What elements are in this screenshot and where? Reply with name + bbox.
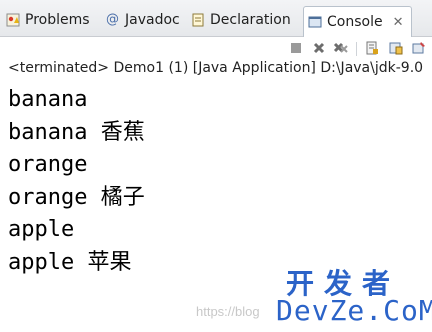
show-console-icon[interactable] (388, 40, 404, 56)
tab-label: Declaration (210, 12, 291, 28)
tab-declaration[interactable]: Declaration (191, 7, 291, 33)
toolbar-separator (356, 42, 357, 56)
javadoc-at-icon: @ (106, 12, 119, 27)
console-output: banana banana 香蕉 orange orange 橘子 apple … (8, 84, 428, 279)
close-icon[interactable]: ✕ (393, 15, 404, 30)
console-line: banana 香蕉 (8, 117, 428, 150)
blog-url-watermark: https://blog (196, 304, 260, 319)
terminate-icon[interactable] (288, 40, 304, 56)
console-line: apple (8, 214, 428, 247)
line-text: apple (8, 217, 75, 242)
problems-icon (6, 13, 20, 27)
site-watermark-brand: DevZe.CoM (276, 294, 432, 327)
tab-label: Problems (25, 12, 90, 28)
declaration-icon (191, 13, 205, 27)
pin-console-icon[interactable] (411, 40, 427, 56)
tab-label: Javadoc (125, 12, 180, 28)
line-text: banana (8, 87, 88, 112)
line-chinese-text: 苹果 (87, 249, 132, 275)
tab-javadoc[interactable]: @ Javadoc (106, 7, 180, 33)
tab-problems[interactable]: Problems (6, 7, 90, 33)
tab-console[interactable]: Console ✕ (303, 6, 413, 37)
console-icon (308, 15, 322, 29)
line-text: banana (8, 119, 88, 145)
remove-launch-icon[interactable] (311, 40, 327, 56)
scroll-lock-icon[interactable] (364, 40, 380, 56)
line-chinese-text: 橘子 (100, 184, 145, 210)
remove-all-terminated-icon[interactable] (333, 40, 349, 56)
view-tab-bar: Problems @ Javadoc Declaration Console ✕ (0, 0, 432, 37)
tab-label: Console (327, 14, 383, 30)
console-line: banana (8, 84, 428, 117)
console-toolbar (0, 37, 432, 59)
line-chinese-text: 香蕉 (100, 119, 145, 145)
line-text: apple (8, 249, 75, 275)
console-line: orange (8, 149, 428, 182)
line-text: orange (8, 152, 88, 177)
line-text: orange (8, 184, 88, 210)
console-status-line: <terminated> Demo1 (1) [Java Application… (8, 60, 424, 76)
console-line: orange 橘子 (8, 182, 428, 215)
